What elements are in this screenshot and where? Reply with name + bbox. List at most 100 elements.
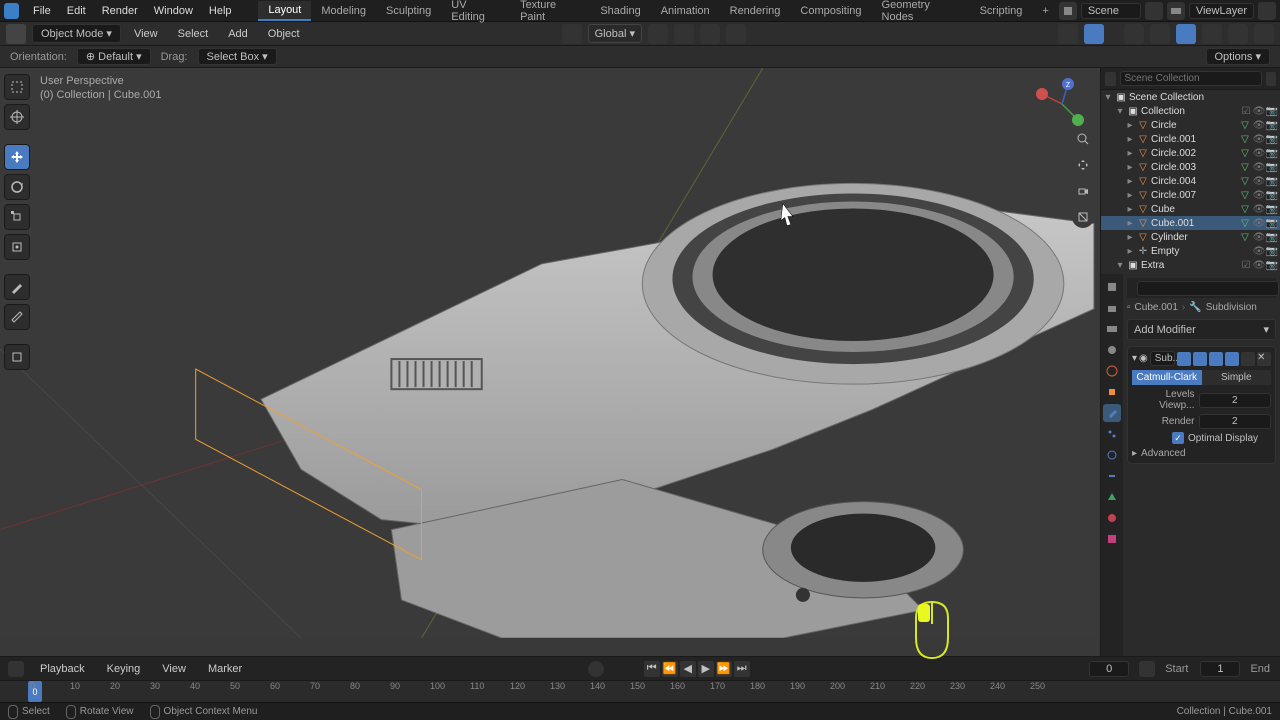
disclosure-icon[interactable]: ▸	[1125, 190, 1135, 201]
subsurf-catmull-tab[interactable]: Catmull-Clark	[1132, 370, 1202, 385]
tool-transform[interactable]	[4, 234, 30, 260]
disclosure-icon[interactable]: ▸	[1125, 246, 1135, 257]
current-frame-field[interactable]: 0	[1089, 661, 1129, 677]
tool-options-dropdown[interactable]: Options ▾	[1206, 48, 1271, 65]
shading-options-icon[interactable]	[1254, 24, 1274, 44]
hide-viewport-icon[interactable]: 👁	[1253, 133, 1265, 145]
disclosure-icon[interactable]: ▸	[1125, 232, 1135, 243]
hide-render-icon[interactable]: 📷	[1266, 245, 1278, 257]
mod-show-editmode-icon[interactable]	[1193, 352, 1207, 366]
hide-render-icon[interactable]: 📷	[1266, 217, 1278, 229]
camera-view-icon[interactable]	[1072, 180, 1094, 202]
tool-add-cube[interactable]	[4, 344, 30, 370]
timeline-ruler[interactable]: 0 01020304050607080901001101201301401501…	[0, 680, 1280, 702]
disclosure-icon[interactable]: ▸	[1125, 162, 1135, 173]
properties-search[interactable]	[1137, 281, 1279, 296]
shading-matprev-icon[interactable]	[1202, 24, 1222, 44]
viewlayer-name-field[interactable]: ViewLayer	[1189, 3, 1254, 19]
tool-scale[interactable]	[4, 204, 30, 230]
menu-window[interactable]: Window	[146, 5, 201, 17]
gizmo-toggle-icon[interactable]	[1058, 24, 1078, 44]
breadcrumb-modifier[interactable]: Subdivision	[1206, 302, 1257, 313]
modifier-advanced-toggle[interactable]: ▸Advanced	[1132, 448, 1271, 459]
hide-viewport-icon[interactable]: 👁	[1253, 231, 1265, 243]
hide-render-icon[interactable]: 📷	[1266, 133, 1278, 145]
drag-value[interactable]: Select Box ▾	[198, 48, 277, 65]
snap-target-icon[interactable]	[700, 24, 720, 44]
outliner-item[interactable]: ▸▽Circle▽👁📷	[1101, 118, 1280, 132]
menu-edit[interactable]: Edit	[59, 5, 94, 17]
outliner-item[interactable]: ▸▽Circle.002▽👁📷	[1101, 146, 1280, 160]
keyframe-next-icon[interactable]: ⏩	[716, 661, 732, 677]
pivot-icon[interactable]	[648, 24, 668, 44]
workspace-tab-geonodes[interactable]: Geometry Nodes	[872, 0, 970, 26]
start-frame-field[interactable]: 1	[1200, 661, 1240, 677]
ptab-output-icon[interactable]	[1103, 299, 1121, 317]
disclosure-icon[interactable]: ▸	[1125, 148, 1135, 159]
hide-viewport-icon[interactable]: 👁	[1253, 189, 1265, 201]
ptab-modifier-icon[interactable]	[1103, 404, 1121, 422]
outliner-item[interactable]: ▸▽Circle.007▽👁📷	[1101, 188, 1280, 202]
hide-viewport-icon[interactable]: 👁	[1253, 119, 1265, 131]
mod-show-render-icon[interactable]	[1225, 352, 1239, 366]
orientation-dropdown[interactable]: Global ▾	[588, 24, 642, 43]
move-view-icon[interactable]	[1072, 154, 1094, 176]
hide-render-icon[interactable]: 📷	[1266, 119, 1278, 131]
ptab-viewlayer-icon[interactable]	[1103, 320, 1121, 338]
ptab-world-icon[interactable]	[1103, 362, 1121, 380]
viewlayer-new-icon[interactable]	[1258, 2, 1276, 20]
disclosure-icon[interactable]: ▸	[1125, 120, 1135, 131]
workspace-tab-add[interactable]: +	[1032, 2, 1058, 20]
hide-render-icon[interactable]: 📷	[1266, 161, 1278, 173]
hide-render-icon[interactable]: 📷	[1266, 105, 1278, 117]
ptab-particles-icon[interactable]	[1103, 425, 1121, 443]
viewlayer-icon[interactable]	[1167, 2, 1185, 20]
hide-viewport-icon[interactable]: 👁	[1253, 161, 1265, 173]
outliner-item[interactable]: ▸▽Circle.001▽👁📷	[1101, 132, 1280, 146]
ptab-data-icon[interactable]	[1103, 488, 1121, 506]
outliner-extra-collection[interactable]: ▾▣ Extra ☑👁📷	[1101, 258, 1280, 272]
auto-keying-icon[interactable]	[588, 661, 604, 677]
proportional-icon[interactable]	[726, 24, 746, 44]
hide-render-icon[interactable]: 📷	[1266, 203, 1278, 215]
hide-viewport-icon[interactable]: 👁	[1253, 217, 1265, 229]
ptab-texture-icon[interactable]	[1103, 530, 1121, 548]
snap-icon[interactable]	[674, 24, 694, 44]
hide-viewport-icon[interactable]: 👁	[1253, 175, 1265, 187]
disclosure-icon[interactable]: ▸	[1125, 204, 1135, 215]
outliner-item[interactable]: ▸✛Empty👁📷	[1101, 244, 1280, 258]
shading-solid-icon[interactable]	[1176, 24, 1196, 44]
mod-extras-icon[interactable]	[1241, 352, 1255, 366]
navigation-gizmo[interactable]: Z	[1034, 76, 1090, 132]
modifier-name-field[interactable]: Sub...	[1150, 351, 1175, 366]
tool-select-box[interactable]	[4, 74, 30, 100]
preview-range-icon[interactable]	[1139, 661, 1155, 677]
levels-render-field[interactable]: 2	[1199, 414, 1272, 429]
timeline-keying[interactable]: Keying	[101, 663, 147, 675]
orientation-icon[interactable]	[562, 24, 582, 44]
outliner-item[interactable]: ▸▽Circle.003▽👁📷	[1101, 160, 1280, 174]
workspace-tab-modeling[interactable]: Modeling	[311, 2, 376, 20]
disclosure-icon[interactable]: ▸	[1125, 134, 1135, 145]
tool-cursor[interactable]	[4, 104, 30, 130]
blender-logo-icon[interactable]	[4, 3, 19, 19]
hide-viewport-icon[interactable]: 👁	[1253, 147, 1265, 159]
add-modifier-dropdown[interactable]: Add Modifier▾	[1127, 319, 1276, 340]
optimal-display-checkbox[interactable]: ✓	[1172, 432, 1184, 444]
outliner-editor-icon[interactable]	[1105, 72, 1116, 86]
mode-dropdown[interactable]: Object Mode ▾	[32, 24, 121, 43]
hide-render-icon[interactable]: 📷	[1266, 175, 1278, 187]
tool-annotate[interactable]	[4, 274, 30, 300]
outliner-item[interactable]: ▸▽Circle.004▽👁📷	[1101, 174, 1280, 188]
disclosure-icon[interactable]: ▸	[1125, 176, 1135, 187]
hide-viewport-icon[interactable]: 👁	[1253, 203, 1265, 215]
overlay-toggle-icon[interactable]	[1084, 24, 1104, 44]
outliner-item[interactable]: ▸▽Cylinder▽👁📷	[1101, 230, 1280, 244]
ptab-constraint-icon[interactable]	[1103, 467, 1121, 485]
timeline-view[interactable]: View	[156, 663, 192, 675]
workspace-tab-sculpting[interactable]: Sculpting	[376, 2, 441, 20]
hide-viewport-icon[interactable]: 👁	[1253, 245, 1265, 257]
outliner-scene-collection[interactable]: ▾▣ Scene Collection	[1101, 90, 1280, 104]
ptab-physics-icon[interactable]	[1103, 446, 1121, 464]
outliner-item[interactable]: ▸▽Cube.001▽👁📷	[1101, 216, 1280, 230]
